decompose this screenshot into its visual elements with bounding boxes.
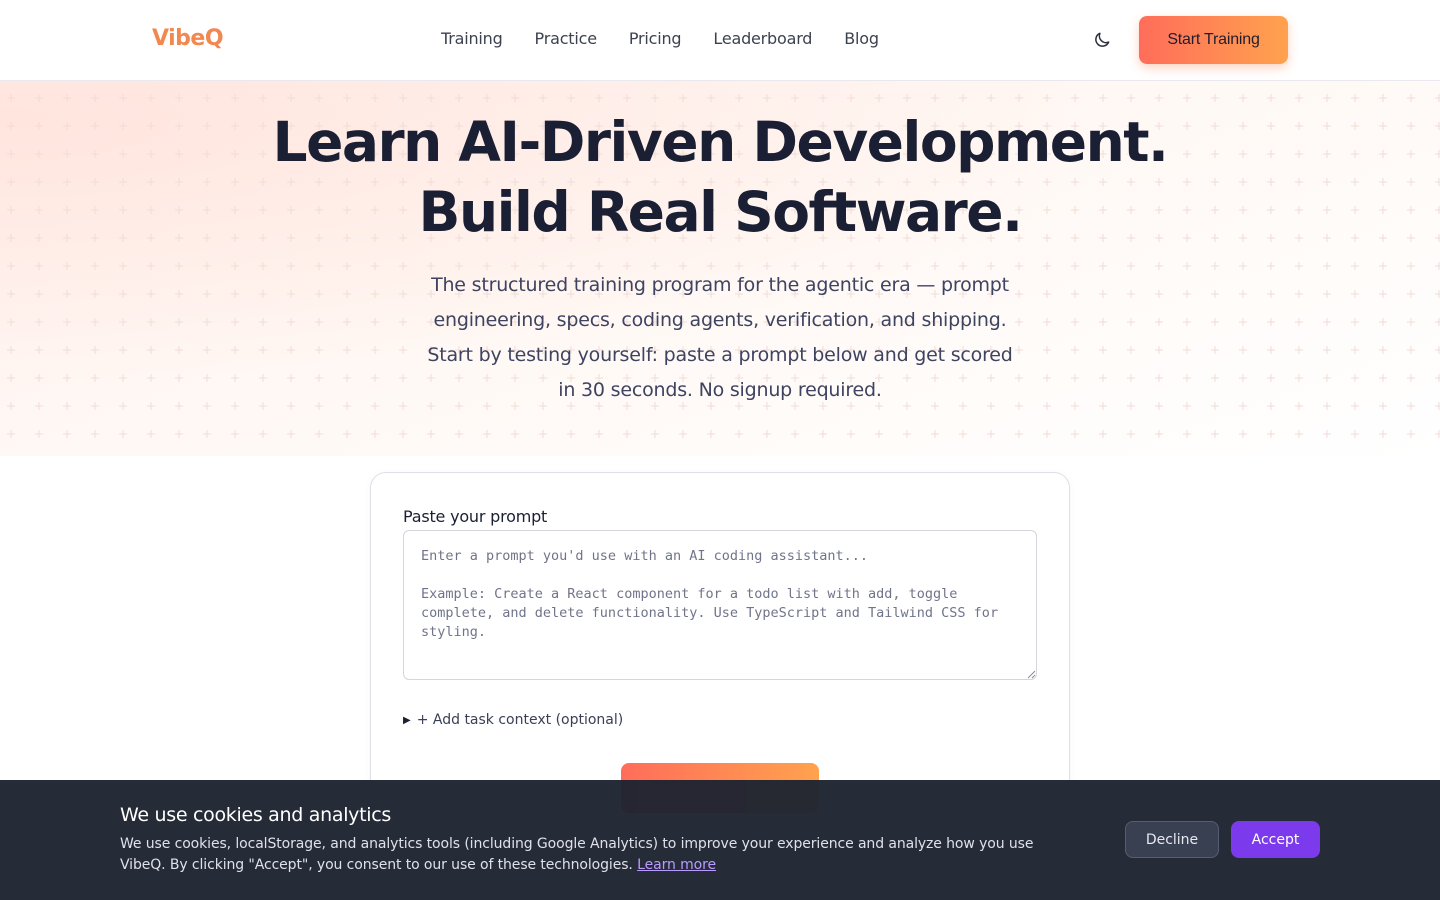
moon-icon [1095, 32, 1110, 47]
nav-link-blog[interactable]: Blog [844, 29, 879, 48]
logo[interactable]: VibeQ [152, 26, 224, 51]
hero-title-line-2: Build Real Software. [418, 180, 1023, 244]
hero-subtitle: The structured training program for the … [427, 274, 1013, 401]
cookie-banner: We use cookies and analytics We use cook… [0, 780, 1440, 900]
accept-button[interactable]: Accept [1231, 821, 1320, 858]
top-nav: VibeQ Training Practice Pricing Leaderbo… [0, 0, 1440, 81]
hero-title: Learn AI-Driven Development. Build Real … [0, 107, 1440, 247]
nav-link-leaderboard[interactable]: Leaderboard [713, 29, 812, 48]
prompt-card: Paste your prompt ▶ + Add task context (… [370, 472, 1070, 832]
prompt-label: Paste your prompt [403, 507, 548, 526]
nav-link-training[interactable]: Training [441, 29, 503, 48]
hero-title-line-1: Learn AI-Driven Development. [272, 110, 1169, 174]
theme-toggle-button[interactable] [1090, 28, 1114, 52]
start-training-button[interactable]: Start Training [1139, 16, 1288, 64]
decline-button[interactable]: Decline [1125, 821, 1219, 858]
hero: Learn AI-Driven Development. Build Real … [0, 81, 1440, 456]
nav-links: Training Practice Pricing Leaderboard Bl… [441, 29, 911, 48]
cookie-title: We use cookies and analytics [120, 804, 391, 826]
task-context-label: + Add task context (optional) [416, 712, 624, 728]
nav-link-practice[interactable]: Practice [535, 29, 598, 48]
nav-link-pricing[interactable]: Pricing [629, 29, 682, 48]
cookie-description: We use cookies, localStorage, and analyt… [120, 836, 1034, 873]
disclosure-triangle-icon: ▶ [403, 714, 411, 726]
task-context-toggle[interactable]: ▶ + Add task context (optional) [403, 712, 623, 728]
cookie-text: We use cookies, localStorage, and analyt… [120, 834, 1070, 876]
learn-more-link[interactable]: Learn more [637, 857, 716, 873]
resize-handle-icon[interactable] [1026, 669, 1036, 679]
prompt-input[interactable] [403, 530, 1037, 680]
